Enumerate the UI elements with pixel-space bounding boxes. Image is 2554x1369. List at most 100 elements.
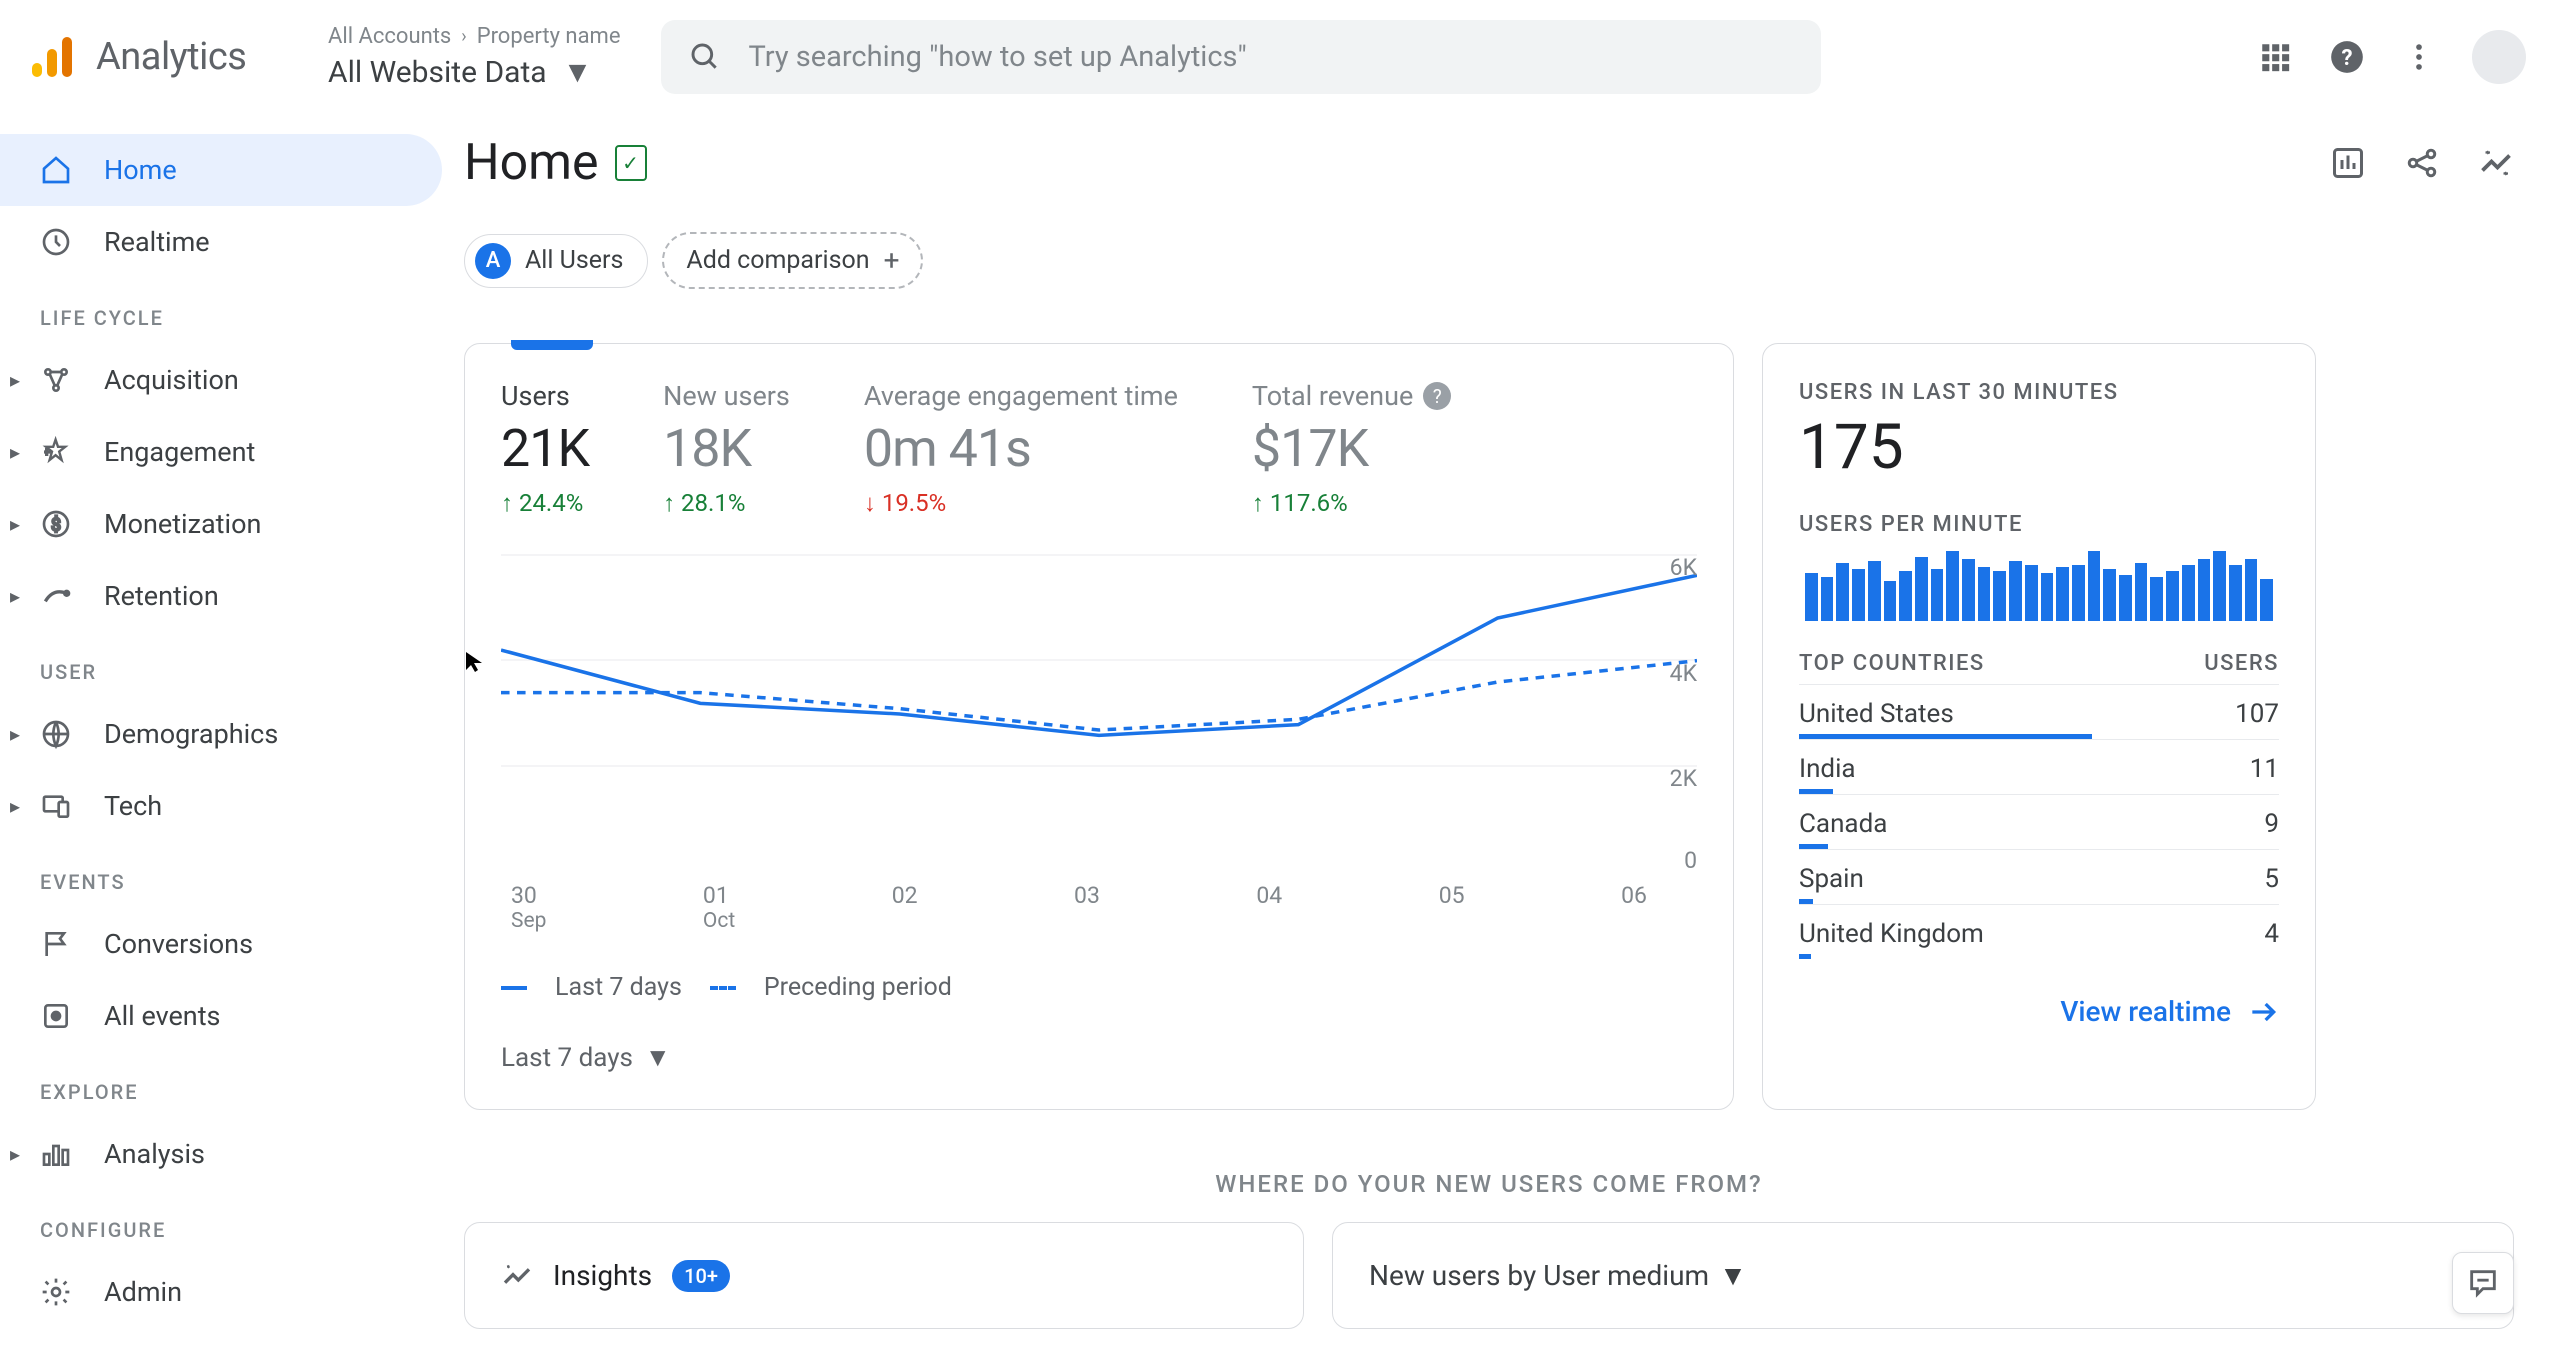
spark-bar <box>2025 565 2038 621</box>
sidebar-label: Admin <box>104 1276 182 1308</box>
home-icon <box>38 154 74 186</box>
date-range-label: Last 7 days <box>501 1043 633 1073</box>
metric-label: Total revenue ? <box>1252 380 1451 412</box>
property-name: All Website Data <box>328 55 547 90</box>
metric-value: $17K <box>1252 418 1451 479</box>
spark-bar <box>1884 581 1897 621</box>
spark-bar <box>1836 563 1849 621</box>
customize-icon[interactable] <box>2330 145 2366 181</box>
spark-bar <box>1805 573 1818 621</box>
sidebar-label: Analysis <box>104 1138 205 1170</box>
svg-text:?: ? <box>2341 45 2352 71</box>
sidebar-item-tech[interactable]: ▸ Tech <box>0 770 450 842</box>
x-tick: 03 <box>1074 882 1100 933</box>
analysis-icon <box>38 1138 74 1170</box>
devices-icon <box>38 790 74 822</box>
expand-icon[interactable]: ▸ <box>10 722 20 746</box>
country-users: 5 <box>2264 864 2279 894</box>
sidebar-label: Tech <box>104 790 162 822</box>
metric-tab[interactable]: Total revenue ? $17K ↑ 117.6% <box>1252 380 1451 518</box>
sidebar-item-engagement[interactable]: ▸ Engagement <box>0 416 450 488</box>
sidebar-item-admin[interactable]: Admin <box>0 1256 450 1328</box>
add-comparison-button[interactable]: Add comparison + <box>662 232 923 289</box>
sidebar-item-acquisition[interactable]: ▸ Acquisition <box>0 344 450 416</box>
breadcrumb: All Accounts › Property name <box>328 24 621 49</box>
gear-icon <box>38 1276 74 1308</box>
search-input[interactable]: Try searching "how to set up Analytics" <box>661 20 1821 94</box>
metric-change: ↑ 117.6% <box>1252 489 1451 518</box>
realtime-card: USERS IN LAST 30 MINUTES 175 USERS PER M… <box>1762 343 2316 1110</box>
avatar[interactable] <box>2472 30 2526 84</box>
dropdown-icon: ▼ <box>1719 1259 1747 1292</box>
page-title: Home <box>464 134 599 192</box>
sidebar-label: Conversions <box>104 928 253 960</box>
country-name: United Kingdom <box>1799 919 1984 949</box>
expand-icon[interactable]: ▸ <box>10 1142 20 1166</box>
sidebar-item-home[interactable]: Home <box>0 134 442 206</box>
y-tick: 4K <box>1670 660 1697 687</box>
logo-block[interactable]: Analytics <box>28 33 328 81</box>
segment-all-users[interactable]: A All Users <box>464 234 648 288</box>
legend-swatch-solid <box>501 986 527 990</box>
account-selector[interactable]: All Accounts › Property name All Website… <box>328 24 621 90</box>
metric-change: ↓ 19.5% <box>864 489 1178 518</box>
x-tick: 30Sep <box>511 882 546 933</box>
metric-tab[interactable]: Average engagement time0m 41s↓ 19.5% <box>864 380 1178 518</box>
help-icon[interactable]: ? <box>1423 382 1451 410</box>
spark-bar <box>2135 563 2148 621</box>
chevron-right-icon: › <box>461 26 466 47</box>
dropdown-icon: ▼ <box>645 1042 671 1073</box>
x-tick: 04 <box>1256 882 1282 933</box>
sidebar-item-analysis[interactable]: ▸ Analysis <box>0 1118 450 1190</box>
sidebar-item-all-events[interactable]: All events <box>0 980 450 1052</box>
metric-label: Users <box>501 380 589 412</box>
expand-icon[interactable]: ▸ <box>10 794 20 818</box>
expand-icon[interactable]: ▸ <box>10 512 20 536</box>
expand-icon[interactable]: ▸ <box>10 440 20 464</box>
spark-bar <box>2245 559 2258 621</box>
sidebar-item-conversions[interactable]: Conversions <box>0 908 450 980</box>
verified-doc-icon: ✓ <box>615 145 647 181</box>
insights-icon[interactable] <box>2478 145 2514 181</box>
property-row[interactable]: All Website Data ▼ <box>328 55 621 90</box>
events-icon <box>38 1000 74 1032</box>
search-icon <box>689 41 721 73</box>
sidebar-item-demographics[interactable]: ▸ Demographics <box>0 698 450 770</box>
users-chart: 6K 4K 2K 0 <box>501 554 1697 874</box>
x-tick: 06 <box>1621 882 1647 933</box>
app-header: Analytics All Accounts › Property name A… <box>0 0 2554 114</box>
expand-icon[interactable]: ▸ <box>10 584 20 608</box>
search-placeholder: Try searching "how to set up Analytics" <box>749 40 1247 74</box>
analytics-logo-icon <box>28 33 76 81</box>
spark-bar <box>2056 567 2069 621</box>
sidebar-section: LIFE CYCLE <box>0 278 450 344</box>
monetization-icon: $ <box>38 508 74 540</box>
sidebar-label: Realtime <box>104 226 210 258</box>
sidebar-label: All events <box>104 1000 221 1032</box>
plus-icon: + <box>884 244 900 277</box>
metric-tab[interactable]: Users21K↑ 24.4% <box>501 380 589 518</box>
legend-swatch-dash <box>710 986 736 990</box>
metric-tab[interactable]: New users18K↑ 28.1% <box>663 380 790 518</box>
expand-icon[interactable]: ▸ <box>10 368 20 392</box>
dropdown-icon: ▼ <box>563 55 593 90</box>
insights-card[interactable]: Insights 10+ <box>464 1222 1304 1329</box>
y-tick: 0 <box>1684 847 1697 874</box>
medium-selector[interactable]: New users by User medium ▼ <box>1369 1259 2477 1292</box>
clock-icon <box>38 226 74 258</box>
feedback-button[interactable] <box>2452 1252 2514 1314</box>
view-realtime-link[interactable]: View realtime <box>1799 995 2279 1028</box>
sidebar-section: USER <box>0 632 450 698</box>
more-icon[interactable] <box>2402 40 2436 74</box>
page-header: Home ✓ <box>464 134 2514 192</box>
sidebar-item-realtime[interactable]: Realtime <box>0 206 450 278</box>
metric-value: 21K <box>501 418 589 479</box>
sidebar-item-monetization[interactable]: ▸ $ Monetization <box>0 488 450 560</box>
date-range-selector[interactable]: Last 7 days ▼ <box>501 1042 1697 1073</box>
share-icon[interactable] <box>2404 145 2440 181</box>
header-right: USERS <box>2204 651 2279 676</box>
header-left: TOP COUNTRIES <box>1799 651 1985 676</box>
help-icon[interactable]: ? <box>2328 38 2366 76</box>
sidebar-item-retention[interactable]: ▸ Retention <box>0 560 450 632</box>
apps-icon[interactable] <box>2258 40 2292 74</box>
